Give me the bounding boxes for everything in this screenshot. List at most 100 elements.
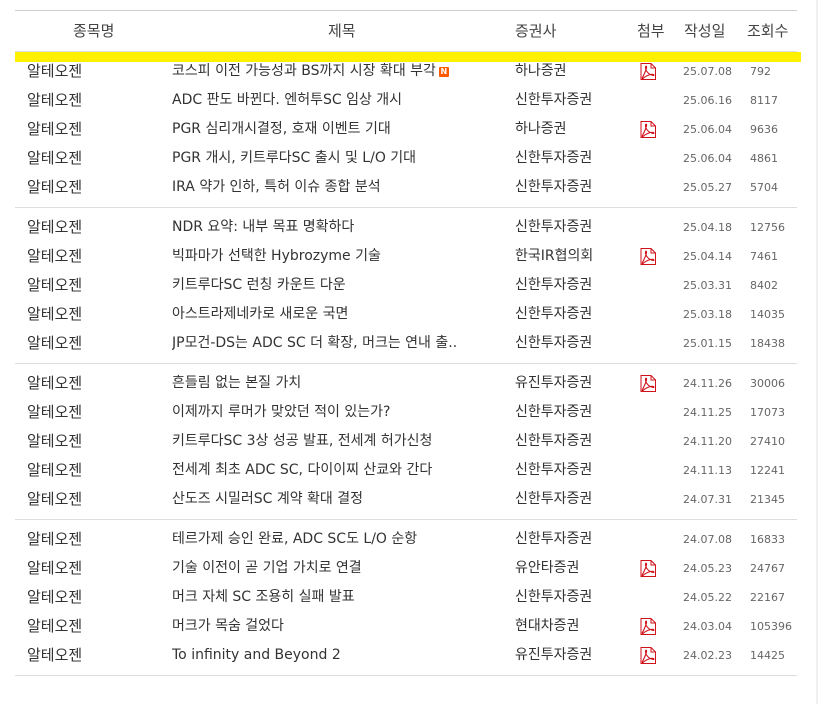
report-title-link[interactable]: 머크가 목숨 걸었다 [172, 618, 284, 634]
table-row[interactable]: 알테오젠 To infinity and Beyond 2 유진투자증권 24.02.… [15, 641, 797, 670]
report-date: 25.04.14 [683, 250, 732, 263]
pdf-file-icon[interactable] [639, 618, 657, 635]
stock-name-link[interactable]: 알테오젠 [27, 242, 167, 271]
header-stock-name[interactable]: 종목명 [73, 11, 114, 51]
table-row[interactable]: 알테오젠 JP모건-DS는 ADC SC 더 확장, 머크는 연내 출.. 신한투자… [15, 329, 797, 358]
report-title-link[interactable]: 이제까지 루머가 맞았던 적이 있는가? [172, 404, 390, 420]
stock-name-link[interactable]: 알테오젠 [27, 612, 167, 641]
table-row[interactable]: 알테오젠 흔들림 없는 본질 가치 유진투자증권 24.11.26 30006 [15, 369, 797, 398]
stock-name-link[interactable]: 알테오젠 [27, 115, 167, 144]
stock-name-link[interactable]: 알테오젠 [27, 398, 167, 427]
stock-name-link[interactable]: 알테오젠 [27, 525, 167, 554]
stock-name-link[interactable]: 알테오젠 [27, 456, 167, 485]
table-row[interactable]: 알테오젠 이제까지 루머가 맞았던 적이 있는가? 신한투자증권 24.11.25 17… [15, 398, 797, 427]
pdf-file-icon[interactable] [639, 560, 657, 577]
stock-name-link[interactable]: 알테오젠 [27, 329, 167, 358]
stock-name-link[interactable]: 알테오젠 [27, 57, 167, 86]
report-title-cell: ADC 판도 바뀐다. 엔허투SC 임상 개시 [172, 86, 490, 115]
report-date: 24.11.26 [683, 377, 732, 390]
stock-name-link[interactable]: 알테오젠 [27, 641, 167, 670]
table-row[interactable]: 알테오젠 머크가 목숨 걸었다 현대차증권 24.03.04 105396 [15, 612, 797, 641]
header-attachment[interactable]: 첨부 [637, 11, 665, 51]
attachment-cell [639, 242, 663, 271]
table-row[interactable]: 알테오젠 빅파마가 선택한 Hybrozyme 기술 한국IR협의회 25.04.14… [15, 242, 797, 271]
attachment-cell [639, 329, 663, 358]
stock-name-link[interactable]: 알테오젠 [27, 173, 167, 202]
header-broker[interactable]: 증권사 [515, 11, 556, 51]
broker-name: 신한투자증권 [515, 491, 593, 507]
view-count: 16833 [750, 533, 785, 546]
pdf-file-icon[interactable] [639, 63, 657, 80]
stock-name-link[interactable]: 알테오젠 [27, 271, 167, 300]
stock-name-link[interactable]: 알테오젠 [27, 86, 167, 115]
table-row[interactable]: 알테오젠 기술 이전이 곧 기업 가치로 연결 유안타증권 24.05.23 24767 [15, 554, 797, 583]
view-count: 4861 [750, 152, 778, 165]
stock-name-link[interactable]: 알테오젠 [27, 369, 167, 398]
attachment-cell [639, 525, 663, 554]
report-title-link[interactable]: 키트루다SC 런칭 카운트 다운 [172, 277, 346, 293]
stock-name-link[interactable]: 알테오젠 [27, 427, 167, 456]
header-views[interactable]: 조회수 [747, 11, 788, 51]
stock-name-link[interactable]: 알테오젠 [27, 485, 167, 514]
header-title[interactable]: 제목 [328, 11, 356, 51]
report-title-link[interactable]: To infinity and Beyond 2 [172, 647, 341, 663]
table-row[interactable]: 알테오젠 아스트라제네카로 새로운 국면 신한투자증권 25.03.18 14035 [15, 300, 797, 329]
view-count: 8402 [750, 279, 778, 292]
broker-name: 하나증권 [515, 63, 567, 79]
stock-name-link[interactable]: 알테오젠 [27, 213, 167, 242]
view-count: 14425 [750, 649, 785, 662]
report-title-link[interactable]: 코스피 이전 가능성과 BS까지 시장 확대 부각 [172, 63, 436, 79]
report-title-cell: 키트루다SC 3상 성공 발표, 전세계 허가신청 [172, 427, 490, 456]
report-title-link[interactable]: 테르가제 승인 완료, ADC SC도 L/O 순항 [172, 531, 417, 547]
report-title-link[interactable]: 빅파마가 선택한 Hybrozyme 기술 [172, 248, 381, 264]
pdf-file-icon[interactable] [639, 248, 657, 265]
attachment-cell [639, 57, 663, 86]
attachment-cell [639, 86, 663, 115]
table-row[interactable]: 알테오젠 IRA 약가 인하, 특허 이슈 종합 분석 신한투자증권 25.05.27… [15, 173, 797, 202]
header-date[interactable]: 작성일 [684, 11, 725, 51]
report-title-link[interactable]: IRA 약가 인하, 특허 이슈 종합 분석 [172, 179, 381, 195]
report-title-link[interactable]: PGR 개시, 키트루다SC 출시 및 L/O 기대 [172, 150, 416, 166]
research-report-table: 종목명 제목 증권사 첨부 작성일 조회수 알테오젠 코스피 이전 가능성과 BS… [15, 10, 801, 676]
report-title-cell: NDR 요약: 내부 목표 명확하다 [172, 213, 490, 242]
broker-name: 유안타증권 [515, 560, 580, 576]
table-row[interactable]: 알테오젠 테르가제 승인 완료, ADC SC도 L/O 순항 신한투자증권 24.0… [15, 525, 797, 554]
report-title-link[interactable]: 전세계 최초 ADC SC, 다이이찌 산쿄와 간다 [172, 462, 432, 478]
report-date: 24.11.25 [683, 406, 732, 419]
table-row[interactable]: 알테오젠 NDR 요약: 내부 목표 명확하다 신한투자증권 25.04.18 1275… [15, 213, 797, 242]
report-title-cell: To infinity and Beyond 2 [172, 641, 490, 670]
table-row[interactable]: 알테오젠 PGR 심리개시결정, 호재 이벤트 기대 하나증권 25.06.04 963… [15, 115, 797, 144]
attachment-cell [639, 427, 663, 456]
report-title-link[interactable]: 흔들림 없는 본질 가치 [172, 375, 301, 391]
report-title-link[interactable]: ADC 판도 바뀐다. 엔허투SC 임상 개시 [172, 92, 402, 108]
stock-name-link[interactable]: 알테오젠 [27, 554, 167, 583]
report-title-cell: 빅파마가 선택한 Hybrozyme 기술 [172, 242, 490, 271]
table-row[interactable]: 알테오젠 산도즈 시밀러SC 계약 확대 결정 신한투자증권 24.07.31 2134… [15, 485, 797, 514]
view-count: 12241 [750, 464, 785, 477]
stock-name-link[interactable]: 알테오젠 [27, 583, 167, 612]
stock-name-link[interactable]: 알테오젠 [27, 144, 167, 173]
table-row[interactable]: 알테오젠 전세계 최초 ADC SC, 다이이찌 산쿄와 간다 신한투자증권 24.1… [15, 456, 797, 485]
report-title-cell: IRA 약가 인하, 특허 이슈 종합 분석 [172, 173, 490, 202]
broker-name: 유진투자증권 [515, 375, 593, 391]
report-title-link[interactable]: 키트루다SC 3상 성공 발표, 전세계 허가신청 [172, 433, 432, 449]
pdf-file-icon[interactable] [639, 121, 657, 138]
report-title-cell: 흔들림 없는 본질 가치 [172, 369, 490, 398]
table-row[interactable]: 알테오젠 PGR 개시, 키트루다SC 출시 및 L/O 기대 신한투자증권 25.0… [15, 144, 797, 173]
report-title-link[interactable]: 기술 이전이 곧 기업 가치로 연결 [172, 560, 362, 576]
report-title-link[interactable]: NDR 요약: 내부 목표 명확하다 [172, 219, 354, 235]
report-title-link[interactable]: PGR 심리개시결정, 호재 이벤트 기대 [172, 121, 391, 137]
table-row[interactable]: 알테오젠 키트루다SC 런칭 카운트 다운 신한투자증권 25.03.31 8402 [15, 271, 797, 300]
table-row[interactable]: 알테오젠 머크 자체 SC 조용히 실패 발표 신한투자증권 24.05.22 2216… [15, 583, 797, 612]
report-title-link[interactable]: JP모건-DS는 ADC SC 더 확장, 머크는 연내 출.. [172, 335, 457, 351]
report-title-link[interactable]: 아스트라제네카로 새로운 국면 [172, 306, 348, 322]
report-title-link[interactable]: 산도즈 시밀러SC 계약 확대 결정 [172, 491, 363, 507]
table-row[interactable]: 알테오젠 키트루다SC 3상 성공 발표, 전세계 허가신청 신한투자증권 24.11… [15, 427, 797, 456]
table-row[interactable]: 알테오젠 코스피 이전 가능성과 BS까지 시장 확대 부각 N 하나증권 25.07.… [15, 52, 801, 86]
report-title-link[interactable]: 머크 자체 SC 조용히 실패 발표 [172, 589, 355, 605]
stock-name-link[interactable]: 알테오젠 [27, 300, 167, 329]
report-date: 25.01.15 [683, 337, 732, 350]
table-row[interactable]: 알테오젠 ADC 판도 바뀐다. 엔허투SC 임상 개시 신한투자증권 25.06.1… [15, 86, 797, 115]
pdf-file-icon[interactable] [639, 375, 657, 392]
pdf-file-icon[interactable] [639, 647, 657, 664]
